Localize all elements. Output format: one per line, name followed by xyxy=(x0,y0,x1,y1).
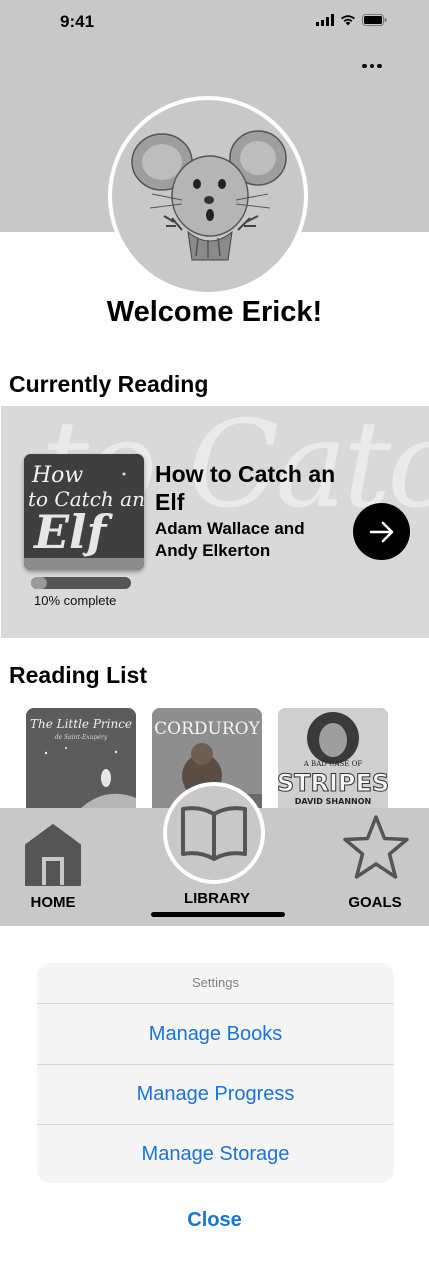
action-sheet-title: Settings xyxy=(37,963,394,1004)
reading-list-title: Reading List xyxy=(9,662,148,688)
status-time: 9:41 xyxy=(60,12,95,31)
tab-library-label[interactable]: LIBRARY xyxy=(174,890,260,907)
tab-goals-label[interactable]: GOALS xyxy=(342,894,408,911)
signal-icon xyxy=(316,14,334,26)
book-cover: How to Catch an Elf xyxy=(24,454,144,570)
home-icon xyxy=(25,824,81,886)
stripes-cover: A BAD CASE OF STRIPES DAVID SHANNON xyxy=(278,708,388,808)
more-icon xyxy=(362,63,367,69)
stripes-cover-title: STRIPES xyxy=(278,769,388,797)
tab-home-label[interactable]: HOME xyxy=(22,894,84,911)
mouse-avatar-illustration xyxy=(131,130,287,261)
book-icon xyxy=(181,806,247,861)
little-prince-cover: The Little Prince de Saint-Exupéry xyxy=(26,708,136,808)
close-button[interactable]: Close xyxy=(0,1209,429,1232)
current-book-title: How to Catch an Elf xyxy=(155,461,336,515)
welcome-heading: Welcome Erick! xyxy=(106,296,323,328)
reading-list-book-little-prince[interactable]: The Little Prince de Saint-Exupéry xyxy=(26,708,136,808)
manage-progress-button[interactable]: Manage Progress xyxy=(37,1064,394,1125)
more-button[interactable] xyxy=(358,56,386,76)
continue-reading-button[interactable] xyxy=(353,503,410,560)
tab-home[interactable] xyxy=(24,823,82,887)
reading-progress-fill xyxy=(31,577,47,589)
currently-reading-title: Currently Reading xyxy=(9,371,209,397)
stripes-cover-subtitle: A BAD CASE OF xyxy=(303,760,363,768)
settings-action-sheet: Settings Manage Books Manage Progress Ma… xyxy=(37,963,394,1183)
corduroy-cover-title: CORDUROY xyxy=(154,719,260,739)
reading-list-book-stripes[interactable]: A BAD CASE OF STRIPES DAVID SHANNON xyxy=(278,708,388,808)
little-prince-cover-author: de Saint-Exupéry xyxy=(55,734,108,741)
little-prince-cover-title: The Little Prince xyxy=(30,717,132,731)
current-book-author: Adam Wallace and Andy Elkerton xyxy=(155,519,305,560)
stripes-cover-author: DAVID SHANNON xyxy=(295,797,371,806)
wifi-icon xyxy=(341,15,355,26)
star-icon xyxy=(343,815,409,879)
manage-storage-button[interactable]: Manage Storage xyxy=(37,1124,394,1183)
battery-icon xyxy=(362,14,387,26)
tab-library[interactable] xyxy=(163,782,265,884)
arrow-right-icon xyxy=(369,521,393,542)
cover-title-line-3: Elf xyxy=(32,505,114,559)
status-icons xyxy=(316,14,387,26)
avatar[interactable] xyxy=(108,96,308,296)
reading-progress-label: 10% complete xyxy=(34,593,117,608)
tab-goals[interactable] xyxy=(341,814,411,884)
home-indicator xyxy=(151,912,285,917)
reading-progress-bar xyxy=(31,577,131,589)
book-cover-art: How to Catch an Elf xyxy=(24,454,144,570)
manage-books-button[interactable]: Manage Books xyxy=(37,1004,394,1065)
current-book-card[interactable]: to Catch an How to Catch an Elf How to C… xyxy=(1,406,429,638)
cover-title-line-1: How xyxy=(31,463,83,488)
